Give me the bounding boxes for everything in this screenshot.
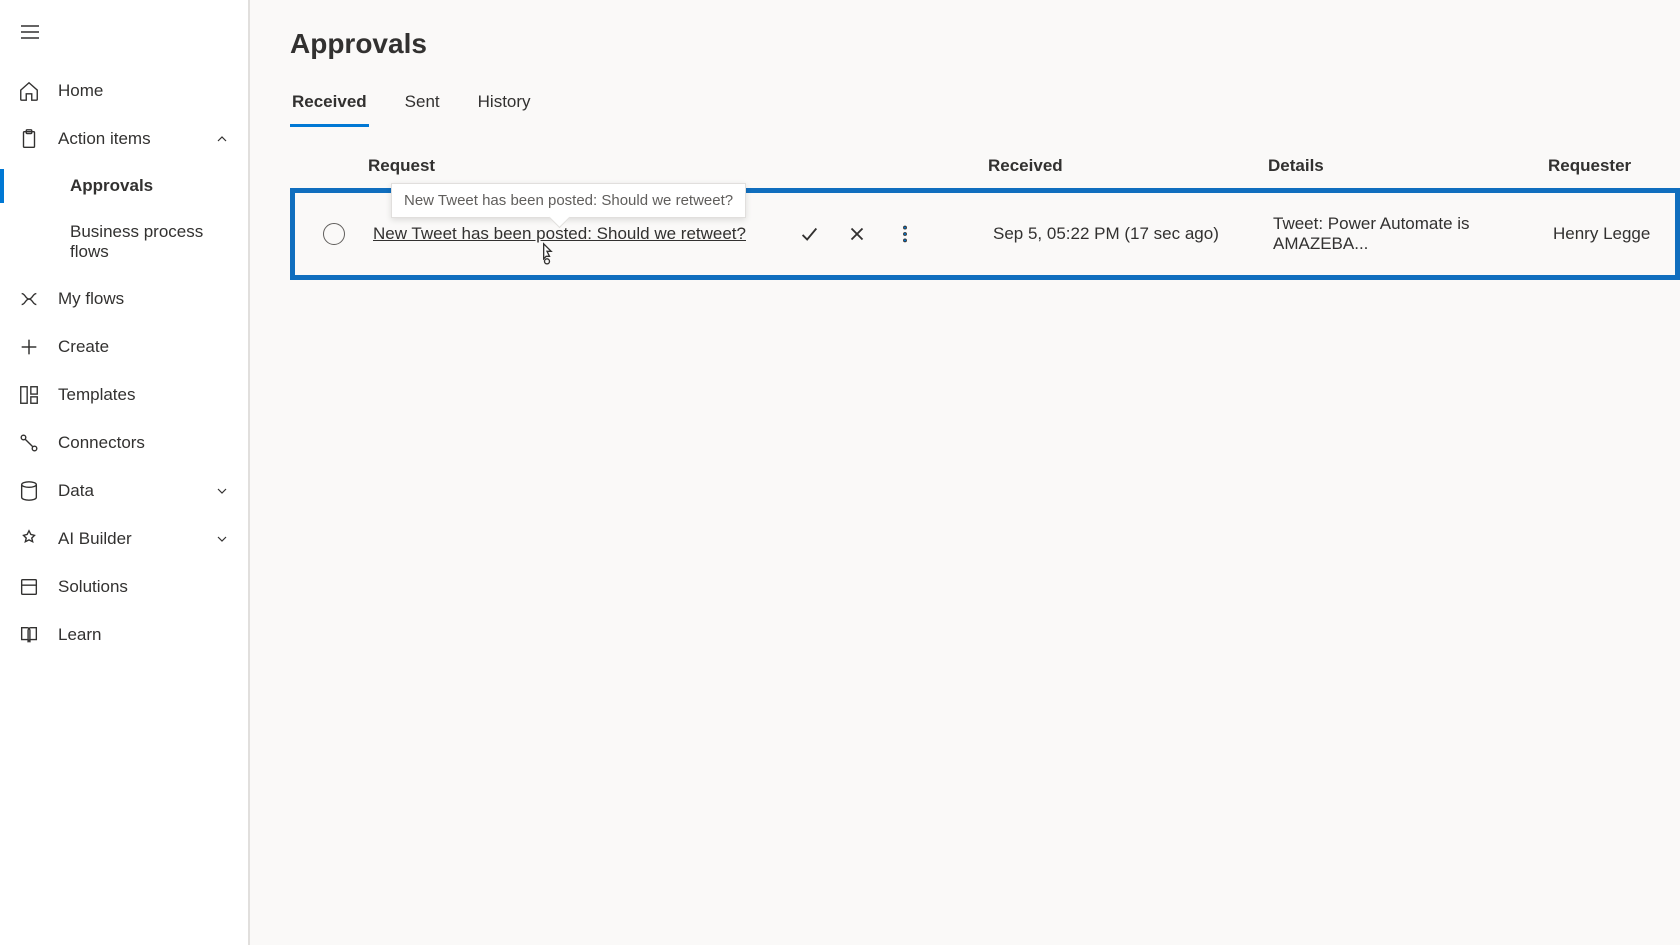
reject-button[interactable] — [846, 223, 868, 245]
sidebar-item-data[interactable]: Data — [0, 467, 248, 515]
sidebar-item-business-process-flows[interactable]: Business process flows — [0, 209, 248, 275]
chevron-down-icon — [214, 531, 230, 547]
approval-row-highlight: New Tweet has been posted: Should we ret… — [290, 188, 1680, 280]
column-requester[interactable]: Requester — [1548, 156, 1680, 176]
sidebar-item-home[interactable]: Home — [0, 67, 248, 115]
title-tooltip: New Tweet has been posted: Should we ret… — [391, 183, 746, 218]
chevron-up-icon — [214, 131, 230, 147]
templates-icon — [18, 384, 40, 406]
sidebar-item-approvals[interactable]: Approvals — [0, 163, 248, 209]
sidebar-item-ai-builder[interactable]: AI Builder — [0, 515, 248, 563]
sidebar-item-create[interactable]: Create — [0, 323, 248, 371]
column-received[interactable]: Received — [988, 156, 1268, 176]
sidebar-item-label: My flows — [58, 289, 124, 309]
approval-details: Tweet: Power Automate is AMAZEBA... — [1273, 214, 1553, 254]
sidebar-item-label: Templates — [58, 385, 135, 405]
column-details[interactable]: Details — [1268, 156, 1548, 176]
sidebar-item-label: Data — [58, 481, 94, 501]
sidebar-item-action-items[interactable]: Action items — [0, 115, 248, 163]
sidebar-item-templates[interactable]: Templates — [0, 371, 248, 419]
sidebar-item-label: Action items — [58, 129, 151, 149]
hamburger-button[interactable] — [0, 8, 248, 67]
approvals-table: Request Received Details Requester New T… — [290, 156, 1680, 280]
sidebar: Home Action items Approvals Business pro… — [0, 0, 250, 945]
page-title: Approvals — [290, 28, 1680, 60]
column-request[interactable]: Request — [368, 156, 988, 176]
sidebar-item-label: Create — [58, 337, 109, 357]
sidebar-item-label: Solutions — [58, 577, 128, 597]
approval-received: Sep 5, 05:22 PM (17 sec ago) — [993, 224, 1273, 244]
more-actions-button[interactable] — [894, 223, 916, 245]
sidebar-item-learn[interactable]: Learn — [0, 611, 248, 659]
book-icon — [18, 624, 40, 646]
sidebar-item-label: Approvals — [70, 176, 153, 196]
chevron-down-icon — [214, 483, 230, 499]
connectors-icon — [18, 432, 40, 454]
tabs: Received Sent History — [290, 84, 1680, 128]
tab-history[interactable]: History — [476, 84, 533, 127]
sidebar-item-label: Home — [58, 81, 103, 101]
sidebar-item-label: Connectors — [58, 433, 145, 453]
tab-sent[interactable]: Sent — [403, 84, 442, 127]
sidebar-item-label: AI Builder — [58, 529, 132, 549]
approval-requester: Henry Legge — [1553, 224, 1675, 244]
sidebar-item-label: Business process flows — [70, 222, 230, 262]
database-icon — [18, 480, 40, 502]
home-icon — [18, 80, 40, 102]
ai-icon — [18, 528, 40, 550]
radio-icon[interactable] — [323, 223, 345, 245]
sidebar-item-solutions[interactable]: Solutions — [0, 563, 248, 611]
sidebar-item-connectors[interactable]: Connectors — [0, 419, 248, 467]
tab-received[interactable]: Received — [290, 84, 369, 127]
row-actions — [798, 223, 916, 245]
plus-icon — [18, 336, 40, 358]
row-select[interactable] — [295, 223, 373, 245]
sidebar-item-label: Learn — [58, 625, 101, 645]
solutions-icon — [18, 576, 40, 598]
sidebar-item-my-flows[interactable]: My flows — [0, 275, 248, 323]
clipboard-icon — [18, 128, 40, 150]
main-content: Approvals Received Sent History Request … — [250, 0, 1680, 945]
approve-button[interactable] — [798, 223, 820, 245]
flow-icon — [18, 288, 40, 310]
